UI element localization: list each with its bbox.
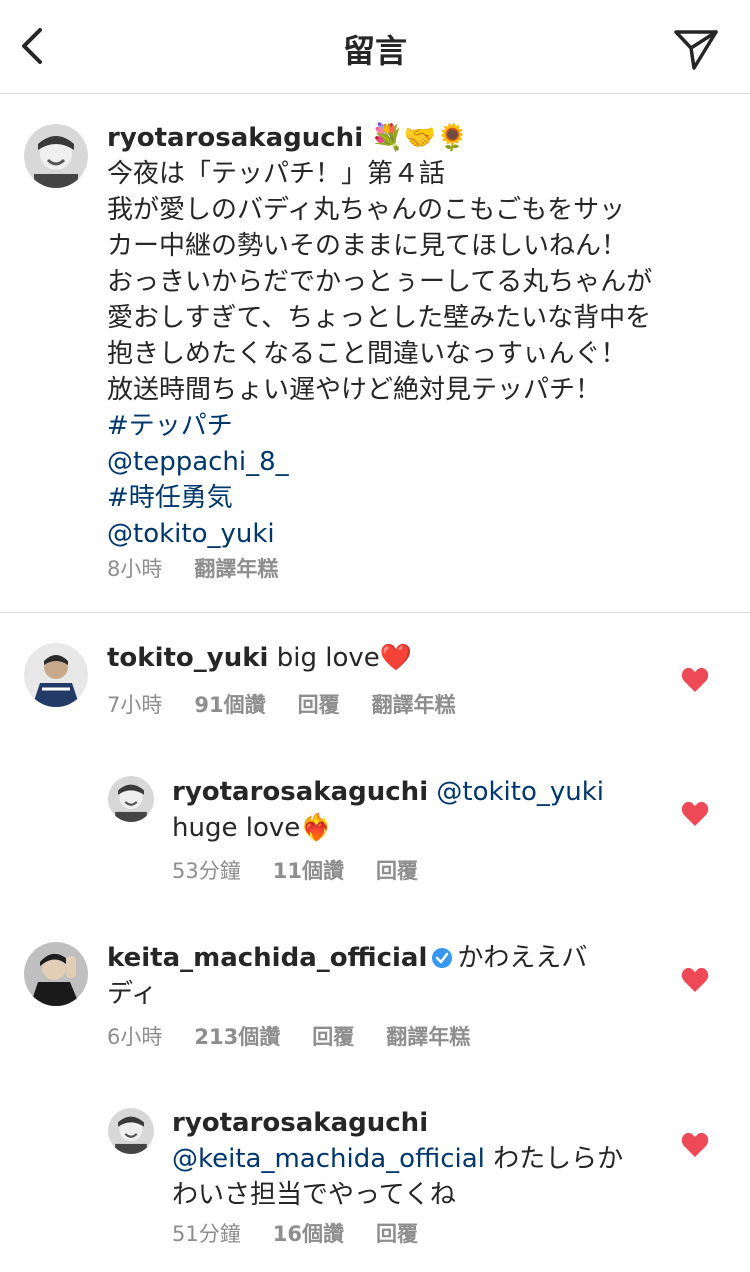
likes-count[interactable]: 16個讚 xyxy=(273,1219,344,1249)
comment-meta: 51分鐘 16個讚 回覆 xyxy=(172,1219,418,1249)
heart-icon[interactable] xyxy=(680,965,710,995)
reply-button[interactable]: 回覆 xyxy=(376,1219,418,1249)
avatar-image xyxy=(24,124,88,188)
likes-count[interactable]: 213個讚 xyxy=(194,1022,280,1052)
caption-meta: 8小時 翻譯年糕 xyxy=(107,554,278,584)
comment-time: 53分鐘 xyxy=(172,859,241,883)
comment-time: 6小時 xyxy=(107,1025,163,1049)
caption-line: 今夜は「テッパチ！」第４話 xyxy=(107,159,446,189)
comment-text: かわええバ xyxy=(457,943,588,973)
caption-line: 我が愛しのバディ丸ちゃんのこもごもをサッ xyxy=(107,195,626,225)
mention-link[interactable]: @keita_machida_official xyxy=(172,1144,485,1174)
reply-button[interactable]: 回覆 xyxy=(376,856,418,886)
likes-count[interactable]: 91個讚 xyxy=(194,690,265,720)
comment-meta: 7小時 91個讚 回覆 翻譯年糕 xyxy=(107,690,456,720)
share-button[interactable] xyxy=(672,24,720,72)
hashtag-link[interactable]: #時任勇気 xyxy=(107,480,727,516)
likes-count[interactable]: 11個讚 xyxy=(273,856,344,886)
comment-body: keita_machida_official かわええバ ディ xyxy=(107,940,667,1012)
comment-username[interactable]: ryotarosakaguchi xyxy=(172,777,428,807)
hashtag-link[interactable]: #テッパチ xyxy=(107,408,727,444)
avatar[interactable] xyxy=(24,942,88,1006)
header-bar: 留言 xyxy=(0,0,750,94)
comment-time: 7小時 xyxy=(107,693,163,717)
translate-button[interactable]: 翻譯年糕 xyxy=(386,1022,470,1052)
comment-text: big love❤️ xyxy=(276,643,413,673)
avatar[interactable] xyxy=(24,124,88,188)
comment-time: 51分鐘 xyxy=(172,1222,241,1246)
mention-link[interactable]: @teppachi_8_ xyxy=(107,444,727,480)
comment-text-continued: ディ xyxy=(107,979,158,1009)
avatar-image xyxy=(108,776,154,822)
reply-button[interactable]: 回覆 xyxy=(298,690,340,720)
avatar[interactable] xyxy=(24,643,88,707)
avatar[interactable] xyxy=(108,776,154,822)
page-title: 留言 xyxy=(342,32,407,70)
avatar-image xyxy=(108,1108,154,1154)
caption-username[interactable]: ryotarosakaguchi xyxy=(107,123,363,153)
caption-header: ryotarosakaguchi 💐🤝🌻 xyxy=(107,120,707,156)
comment-username[interactable]: keita_machida_official xyxy=(107,943,427,973)
caption-text: 今夜は「テッパチ！」第４話 我が愛しのバディ丸ちゃんのこもごもをサッ カー中継の… xyxy=(107,156,727,552)
comment-body: tokito_yuki big love❤️ xyxy=(107,640,667,676)
reply-body: ryotarosakaguchi @tokito_yuki huge love❤… xyxy=(172,774,652,846)
comment-text: わたしらか xyxy=(493,1144,624,1174)
translate-button[interactable]: 翻譯年糕 xyxy=(194,554,278,584)
heart-icon[interactable] xyxy=(680,799,710,829)
avatar-image xyxy=(24,942,88,1006)
comment-meta: 53分鐘 11個讚 回覆 xyxy=(172,856,418,886)
reply-body: ryotarosakaguchi @keita_machida_official… xyxy=(172,1105,652,1213)
divider xyxy=(0,612,750,613)
avatar[interactable] xyxy=(108,1108,154,1154)
caption-line: カー中継の勢いそのままに見てほしいねん！ xyxy=(107,231,628,261)
comment-text: huge love❤️‍🔥 xyxy=(172,813,333,843)
translate-button[interactable]: 翻譯年糕 xyxy=(372,690,456,720)
mention-link[interactable]: @tokito_yuki xyxy=(436,777,604,807)
heart-icon[interactable] xyxy=(680,665,710,695)
comment-username[interactable]: ryotarosakaguchi xyxy=(172,1105,652,1141)
verified-badge-icon xyxy=(432,948,453,968)
caption-line: 放送時間ちょい遅やけど絶対見テッパチ！ xyxy=(107,375,602,405)
avatar-image xyxy=(24,643,88,707)
mention-link[interactable]: @tokito_yuki xyxy=(107,516,727,552)
paper-plane-icon xyxy=(674,30,718,70)
reply-button[interactable]: 回覆 xyxy=(312,1022,354,1052)
caption-time: 8小時 xyxy=(107,557,163,581)
comment-text-continued: わいさ担当でやってくね xyxy=(172,1180,456,1210)
caption-line: おっきいからだでかっとぅーしてる丸ちゃんが xyxy=(107,267,653,297)
caption-line: 抱きしめたくなること間違いなっすぃんぐ！ xyxy=(107,339,627,369)
comment-username[interactable]: tokito_yuki xyxy=(107,643,268,673)
comment-meta: 6小時 213個讚 回覆 翻譯年糕 xyxy=(107,1022,470,1052)
heart-icon[interactable] xyxy=(680,1130,710,1160)
caption-emojis: 💐🤝🌻 xyxy=(371,123,469,153)
caption-line: 愛おしすぎて、ちょっとした壁みたいな背中を xyxy=(107,303,652,333)
